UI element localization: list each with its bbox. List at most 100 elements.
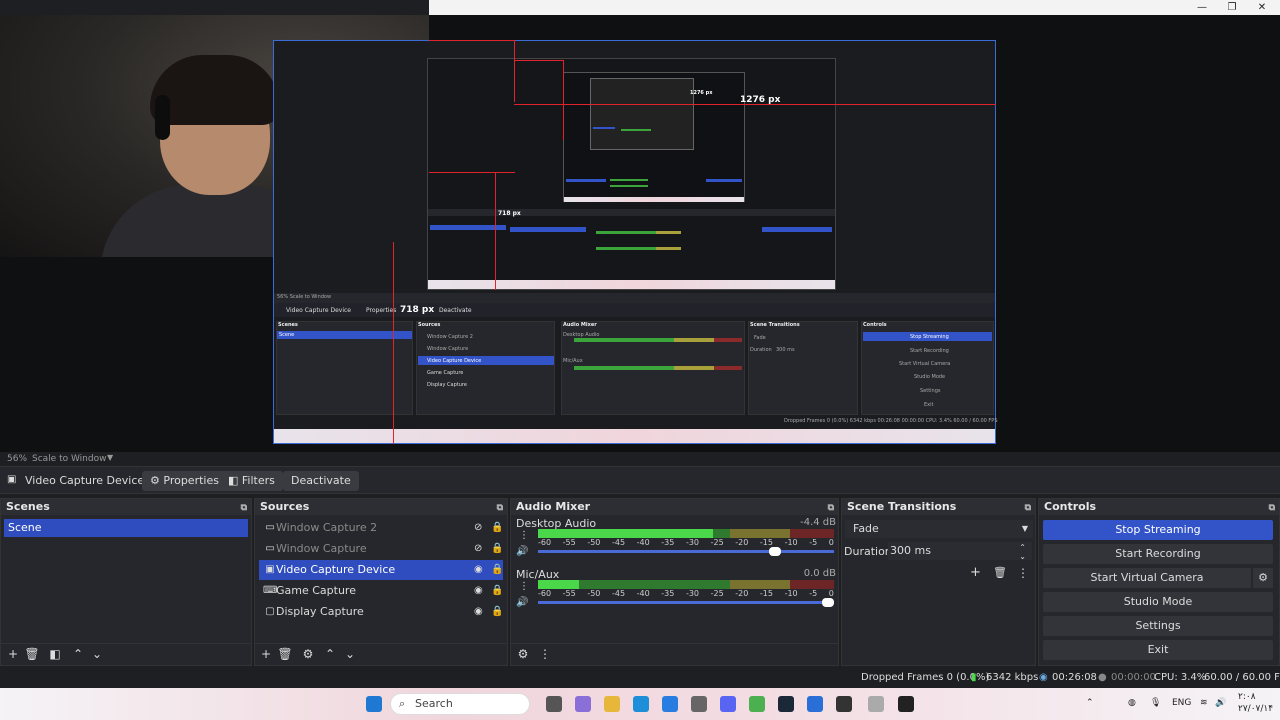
nested-ctrl-3: Studio Mode (914, 374, 946, 380)
filter-icon[interactable]: ◧ (47, 647, 63, 661)
scenes-dock: Scenes ⧉ Scene + 🗑 ◧ ⌃ ⌄ (0, 498, 252, 666)
scale-mode-select[interactable]: Scale to Window (32, 454, 106, 464)
clock-date[interactable]: ۲۷/۰۷/۱۴ (1238, 704, 1273, 714)
clock-time[interactable]: ۲:۰۸ (1238, 692, 1256, 702)
gear-icon[interactable]: ⚙ (300, 647, 316, 661)
volume-knob[interactable] (822, 598, 834, 607)
up-icon[interactable]: ⌃ (70, 647, 86, 661)
undock-icon[interactable]: ⧉ (241, 500, 247, 516)
taskbar-search[interactable]: ⌕ Search (390, 693, 530, 715)
language-indicator[interactable]: ENG (1172, 698, 1191, 708)
studio-mode-button[interactable]: Studio Mode (1043, 592, 1273, 612)
properties-button[interactable]: ⚙ Properties (142, 471, 227, 491)
store-icon[interactable] (662, 696, 678, 712)
chevron-down-icon[interactable]: ▼ (107, 453, 113, 462)
eye-icon[interactable]: ◉ (474, 560, 483, 580)
start-virtual-camera-button[interactable]: Start Virtual Camera (1043, 568, 1251, 588)
app-icon-2[interactable] (807, 696, 823, 712)
eye-icon[interactable]: ◉ (474, 581, 483, 601)
steam-icon[interactable] (778, 696, 794, 712)
source-item-game-capture[interactable]: ⌨ Game Capture ◉ 🔒 (259, 581, 503, 601)
stop-streaming-button[interactable]: Stop Streaming (1043, 520, 1273, 540)
wifi-icon[interactable]: ≋ (1200, 698, 1208, 708)
nested-source-1: Window Capture (427, 346, 469, 352)
stepper-down-icon[interactable]: ⌄ (1019, 548, 1026, 566)
source-item-window-capture-2[interactable]: ▭ Window Capture 2 ⊘ 🔒 (259, 518, 503, 538)
advanced-audio-icon[interactable]: ⚙ (515, 647, 531, 661)
trash-icon[interactable]: 🗑 (993, 566, 1007, 579)
mic-icon[interactable]: 🎙 (1150, 698, 1161, 708)
edge-icon[interactable] (633, 696, 649, 712)
more-icon[interactable]: ⋮ (519, 530, 529, 541)
lock-icon[interactable]: 🔒 (491, 602, 503, 622)
nested-source-4: Display Capture (427, 382, 467, 388)
start-recording-button[interactable]: Start Recording (1043, 544, 1273, 564)
undock-icon[interactable]: ⧉ (828, 500, 834, 516)
lock-icon[interactable]: 🔒 (491, 539, 503, 559)
nested-deactivate: Deactivate (439, 307, 472, 314)
add-icon[interactable]: + (970, 565, 981, 580)
obs-icon-2[interactable] (898, 696, 914, 712)
level-fill (538, 529, 713, 538)
speaker-icon[interactable]: 🔊 (516, 546, 528, 557)
up-icon[interactable]: ⌃ (322, 647, 338, 661)
signal-icon: ▮ (971, 672, 977, 683)
volume-icon[interactable]: 🔊 (1215, 698, 1226, 708)
more-icon[interactable]: ⋮ (537, 647, 553, 661)
undock-icon[interactable]: ⧉ (497, 500, 503, 516)
down-icon[interactable]: ⌄ (342, 647, 358, 661)
meter-tick: -20 (735, 589, 749, 598)
lock-icon[interactable]: 🔒 (491, 581, 503, 601)
undock-icon[interactable]: ⧉ (1269, 500, 1275, 516)
trash-icon[interactable]: 🗑 (24, 647, 40, 661)
app-icon-3[interactable] (868, 696, 884, 712)
more-icon[interactable]: ⋮ (519, 581, 529, 592)
search-icon: ⌕ (399, 697, 406, 710)
scene-item[interactable]: Scene (4, 519, 248, 537)
nested-mic-aux: Mic/Aux (563, 358, 583, 364)
nested-ctrl-5: Exit (924, 402, 934, 408)
channel-db: -4.4 dB (800, 517, 836, 528)
trash-icon[interactable]: 🗑 (277, 647, 293, 661)
app-icon[interactable] (691, 696, 707, 712)
chrome-icon[interactable] (749, 696, 765, 712)
duration-stepper[interactable]: 300 ms ⌃ ⌄ (888, 542, 1032, 561)
search-placeholder: Search (415, 697, 453, 710)
obs-icon[interactable] (836, 696, 852, 712)
deactivate-button[interactable]: Deactivate (283, 471, 359, 491)
windows-start-icon[interactable] (366, 696, 382, 712)
copilot-icon[interactable] (575, 696, 591, 712)
source-item-window-capture[interactable]: ▭ Window Capture ⊘ 🔒 (259, 539, 503, 559)
volume-knob[interactable] (769, 547, 781, 556)
network-icon[interactable]: ◍ (1128, 698, 1136, 708)
speaker-icon[interactable]: 🔊 (516, 597, 528, 608)
add-icon[interactable]: + (5, 647, 21, 661)
chevron-up-icon[interactable]: ⌃ (1086, 698, 1094, 708)
file-explorer-icon[interactable] (604, 696, 620, 712)
eye-icon[interactable]: ◉ (474, 602, 483, 622)
close-button[interactable]: ✕ (1248, 0, 1276, 15)
transition-select[interactable]: Fade ▼ (845, 520, 1033, 538)
add-icon[interactable]: + (258, 647, 274, 661)
eye-hidden-icon[interactable]: ⊘ (474, 518, 482, 538)
settings-button[interactable]: Settings (1043, 616, 1273, 636)
source-item-video-capture-device[interactable]: ▣ Video Capture Device ◉ 🔒 (259, 560, 503, 580)
exit-button[interactable]: Exit (1043, 640, 1273, 660)
restore-button[interactable]: ❐ (1218, 0, 1246, 15)
lock-icon[interactable]: 🔒 (491, 560, 503, 580)
minimize-button[interactable]: — (1188, 0, 1216, 15)
eye-hidden-icon[interactable]: ⊘ (474, 539, 482, 559)
down-icon[interactable]: ⌄ (89, 647, 105, 661)
task-view-icon[interactable] (546, 696, 562, 712)
undock-icon[interactable]: ⧉ (1025, 500, 1031, 516)
nested-duration-label: Duration (750, 347, 772, 353)
filters-button[interactable]: ◧ Filters (220, 471, 283, 491)
meter-tick: -25 (710, 538, 724, 547)
volume-slider[interactable] (538, 550, 834, 553)
discord-icon[interactable] (720, 696, 736, 712)
more-icon[interactable]: ⋮ (1017, 566, 1029, 580)
source-item-display-capture[interactable]: ▢ Display Capture ◉ 🔒 (259, 602, 503, 622)
volume-slider[interactable] (538, 601, 834, 604)
gear-icon[interactable]: ⚙ (1253, 568, 1273, 588)
lock-icon[interactable]: 🔒 (491, 518, 503, 538)
